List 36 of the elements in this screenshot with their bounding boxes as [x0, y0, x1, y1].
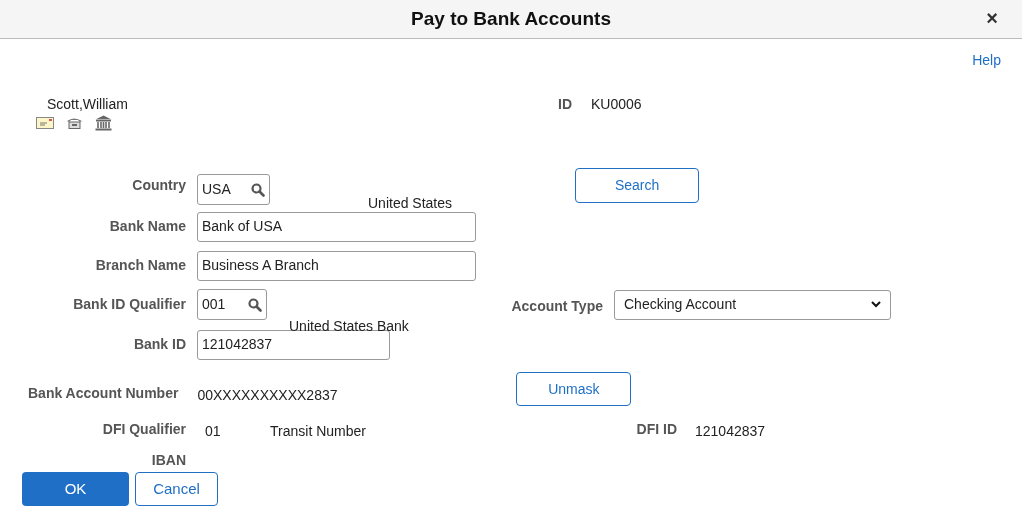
id-label: ID — [558, 95, 573, 114]
field-label: Bank ID Qualifier — [72, 295, 186, 314]
qualifier-field[interactable]: 001 — [197, 289, 267, 320]
country-field[interactable]: USA — [197, 174, 270, 205]
text-field[interactable]: Bank of USA — [197, 211, 476, 242]
field-label: DFI ID — [635, 420, 677, 439]
employee-name: Scott,William — [47, 95, 129, 114]
telephone-icon[interactable] — [66, 117, 83, 129]
bank-icon[interactable] — [95, 115, 112, 131]
field-label: Bank Account Number — [28, 385, 179, 401]
chevron-down-icon — [871, 301, 881, 308]
search-icon[interactable] — [248, 297, 262, 312]
dfi-id-value: 121042837 — [695, 422, 766, 441]
window-title: Pay to Bank Accounts — [411, 6, 611, 31]
account-type-select[interactable]: Checking Account — [614, 289, 891, 320]
search-button[interactable]: Search — [575, 168, 700, 203]
field-label: IBAN — [150, 451, 186, 470]
id-value: KU0006 — [591, 95, 642, 114]
close-button[interactable]: × — [986, 8, 998, 28]
field-label: Account Type — [510, 297, 603, 316]
text-field[interactable]: Business A Branch — [197, 250, 476, 281]
unmask-button[interactable]: Unmask — [516, 372, 632, 406]
country-description: United States — [368, 194, 453, 213]
field-label: Bank ID — [132, 335, 186, 354]
cancel-button[interactable]: Cancel — [135, 472, 218, 506]
help-link[interactable]: Help — [972, 50, 1001, 79]
ok-button[interactable]: OK — [22, 472, 129, 506]
account-number-value: 00XXXXXXXXXX2837 — [197, 386, 339, 405]
dfi-qualifier-description: Transit Number — [270, 422, 367, 441]
envelope-icon[interactable] — [36, 117, 54, 129]
field-label: Country — [131, 176, 186, 195]
dfi-qualifier-value: 01 — [205, 422, 222, 441]
field-label: Branch Name — [94, 256, 186, 275]
search-icon[interactable] — [251, 182, 265, 197]
field-label: Bank Name — [108, 217, 186, 236]
field-label: DFI Qualifier — [101, 420, 186, 439]
